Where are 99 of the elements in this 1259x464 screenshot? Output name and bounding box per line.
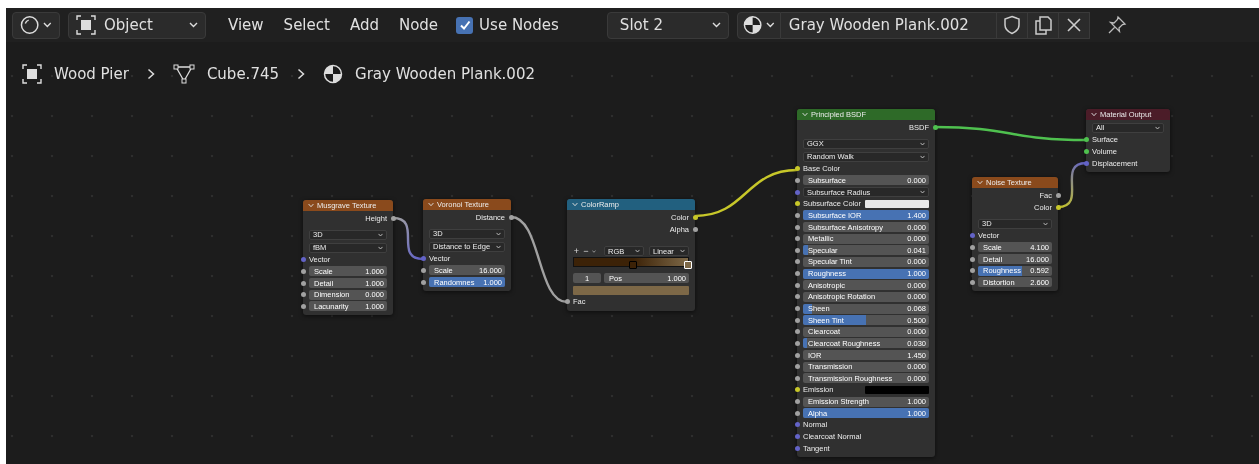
- socket[interactable]: [794, 306, 800, 311]
- caret-icon: [635, 249, 640, 253]
- caret-icon: [766, 22, 775, 28]
- socket[interactable]: [1083, 137, 1089, 143]
- slot-dropdown[interactable]: Slot 2: [606, 11, 729, 39]
- add-stop-button[interactable]: +: [573, 246, 580, 256]
- socket[interactable]: [969, 256, 975, 262]
- copy-icon: [1032, 15, 1053, 35]
- socket[interactable]: [794, 224, 800, 230]
- caret-icon: [680, 249, 685, 253]
- socket[interactable]: [300, 268, 306, 274]
- socket[interactable]: [564, 299, 570, 305]
- caret-icon: [189, 22, 198, 28]
- breadcrumb-item[interactable]: Wood Pier: [54, 65, 129, 83]
- caret-icon: [1043, 221, 1048, 226]
- socket[interactable]: [300, 303, 306, 309]
- socket[interactable]: [794, 212, 800, 218]
- caret-icon: [378, 245, 383, 250]
- socket[interactable]: [794, 364, 800, 370]
- caret-icon: [920, 154, 925, 159]
- color-swatch[interactable]: [573, 285, 689, 295]
- chevron-icon: [146, 68, 155, 80]
- caret-icon: [308, 203, 314, 208]
- menu-item[interactable]: View: [218, 11, 274, 39]
- editor-type-button[interactable]: [12, 11, 60, 39]
- caret-icon: [920, 141, 925, 146]
- caret-icon: [920, 190, 925, 195]
- socket[interactable]: [969, 268, 975, 274]
- checkbox-label: Use Nodes: [479, 16, 559, 34]
- object-icon: [22, 64, 42, 84]
- menu-item[interactable]: Node: [388, 11, 449, 39]
- socket[interactable]: [794, 177, 800, 183]
- socket[interactable]: [794, 375, 800, 381]
- caret-icon: [1091, 112, 1097, 117]
- mesh-icon: [172, 64, 195, 84]
- socket[interactable]: [969, 244, 975, 250]
- gradient-bar[interactable]: [573, 257, 689, 267]
- caret-icon: [496, 244, 501, 249]
- caret-icon: [428, 202, 434, 207]
- socket[interactable]: [794, 247, 800, 253]
- shield-icon: [1002, 15, 1021, 35]
- socket[interactable]: [794, 271, 800, 277]
- socket[interactable]: [390, 215, 396, 221]
- menu-item[interactable]: Add: [339, 11, 389, 39]
- caret-icon: [43, 22, 52, 28]
- socket[interactable]: [420, 267, 426, 273]
- caret-icon: [378, 232, 383, 237]
- socket[interactable]: [1055, 204, 1061, 210]
- socket[interactable]: [420, 279, 426, 285]
- socket[interactable]: [794, 352, 800, 358]
- caret-icon: [711, 22, 721, 28]
- caret-icon: [802, 112, 808, 117]
- socket[interactable]: [692, 226, 698, 232]
- socket[interactable]: [1083, 148, 1089, 154]
- socket[interactable]: [794, 259, 800, 265]
- socket[interactable]: [969, 279, 975, 285]
- chevron-icon: [297, 68, 306, 80]
- object-icon: [76, 15, 96, 35]
- close-icon: [1065, 17, 1082, 33]
- mode-dropdown[interactable]: Object: [68, 11, 206, 39]
- socket[interactable]: [794, 340, 800, 346]
- duplicate-button[interactable]: [1027, 11, 1059, 39]
- socket[interactable]: [932, 124, 938, 130]
- socket[interactable]: [794, 166, 800, 172]
- breadcrumb-item[interactable]: Cube.745: [206, 65, 280, 83]
- close-button[interactable]: [1058, 11, 1090, 39]
- socket[interactable]: [794, 329, 800, 335]
- socket[interactable]: [794, 317, 800, 323]
- socket[interactable]: [794, 387, 800, 393]
- material-icon: [742, 15, 763, 35]
- socket[interactable]: [794, 236, 800, 242]
- caret-icon: [977, 180, 983, 185]
- caret-icon: [1155, 125, 1160, 130]
- socket[interactable]: [1055, 192, 1061, 198]
- fake-user-button[interactable]: [996, 11, 1028, 39]
- socket[interactable]: [794, 399, 800, 405]
- checkbox[interactable]: [456, 16, 474, 34]
- pin-icon: [1106, 15, 1127, 35]
- socket[interactable]: [508, 214, 514, 220]
- caret-icon: [496, 231, 501, 236]
- material-browse-button[interactable]: [736, 11, 781, 39]
- socket[interactable]: [794, 294, 800, 300]
- color-stop[interactable]: [629, 261, 638, 269]
- socket[interactable]: [794, 201, 800, 207]
- color-swatch[interactable]: [865, 386, 929, 394]
- menu-item[interactable]: Select: [273, 11, 340, 39]
- socket[interactable]: [794, 410, 800, 416]
- color-swatch[interactable]: [865, 199, 929, 208]
- material-name-field[interactable]: Gray Wooden Plank.002: [780, 11, 997, 39]
- material-icon: [323, 64, 344, 84]
- socket[interactable]: [794, 282, 800, 288]
- breadcrumb-item[interactable]: Gray Wooden Plank.002: [355, 65, 535, 83]
- node-panel[interactable]: [797, 109, 935, 457]
- sphere-icon: [20, 15, 40, 35]
- remove-stop-button[interactable]: −: [582, 246, 590, 256]
- socket[interactable]: [300, 280, 306, 286]
- socket[interactable]: [300, 292, 306, 298]
- caret-icon: [572, 202, 578, 207]
- socket[interactable]: [692, 214, 698, 220]
